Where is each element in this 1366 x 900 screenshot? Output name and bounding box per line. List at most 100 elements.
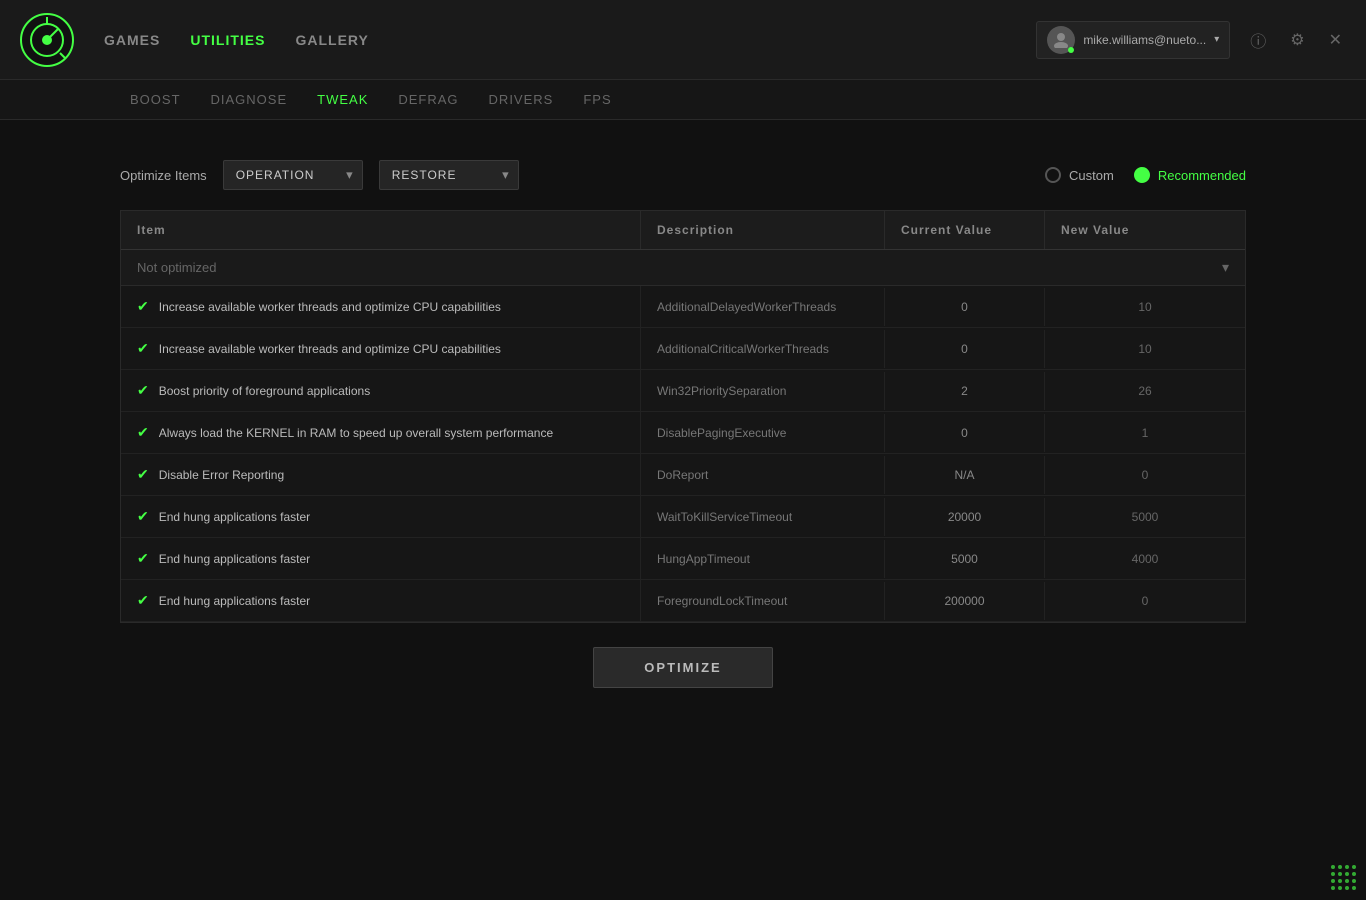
row-new-2: 26 (1045, 372, 1245, 410)
nav-fps[interactable]: FPS (583, 92, 611, 107)
row-current-5: 20000 (885, 498, 1045, 536)
app-logo (20, 13, 74, 67)
nav-drivers[interactable]: DRIVERS (489, 92, 554, 107)
row-current-3: 0 (885, 414, 1045, 452)
row-current-1: 0 (885, 330, 1045, 368)
row-current-4: N/A (885, 456, 1045, 494)
custom-radio[interactable]: Custom (1045, 167, 1114, 183)
top-bar: GAMES UTILITIES GALLERY mike.williams@nu… (0, 0, 1366, 80)
recommended-radio-circle (1134, 167, 1150, 183)
item-text: Disable Error Reporting (159, 468, 284, 482)
table-row: ✔ End hung applications faster Foregroun… (121, 580, 1245, 622)
check-icon: ✔ (137, 340, 149, 357)
optimize-btn-wrapper: OPTIMIZE (120, 647, 1246, 688)
row-desc-7: ForegroundLockTimeout (641, 582, 885, 620)
col-item: Item (121, 211, 641, 249)
row-new-6: 4000 (1045, 540, 1245, 578)
operation-dropdown[interactable]: OPERATION (223, 160, 363, 190)
check-icon: ✔ (137, 550, 149, 567)
row-item-7: ✔ End hung applications faster (121, 580, 641, 621)
row-new-7: 0 (1045, 582, 1245, 620)
gear-icon[interactable]: ⚙ (1286, 26, 1308, 54)
check-icon: ✔ (137, 298, 149, 315)
info-icon[interactable]: ⓘ (1246, 24, 1270, 56)
item-text: Increase available worker threads and op… (159, 342, 501, 356)
dot (1352, 886, 1356, 890)
row-item-6: ✔ End hung applications faster (121, 538, 641, 579)
optimize-button[interactable]: OPTIMIZE (593, 647, 772, 688)
user-badge[interactable]: mike.williams@nueto... ▾ (1036, 21, 1230, 59)
table-row: ✔ Boost priority of foreground applicati… (121, 370, 1245, 412)
dot (1331, 872, 1335, 876)
tweak-table-wrapper: Item Description Current Value New Value… (120, 210, 1246, 623)
custom-radio-circle (1045, 167, 1061, 183)
table-row: ✔ Increase available worker threads and … (121, 328, 1245, 370)
row-current-7: 200000 (885, 582, 1045, 620)
row-desc-4: DoReport (641, 456, 885, 494)
row-new-0: 10 (1045, 288, 1245, 326)
row-desc-0: AdditionalDelayedWorkerThreads (641, 288, 885, 326)
optimize-items-label: Optimize Items (120, 168, 207, 183)
not-optimized-row[interactable]: Not optimized ▾ (121, 250, 1245, 286)
nav-games[interactable]: GAMES (104, 32, 160, 48)
check-icon: ✔ (137, 382, 149, 399)
recommended-radio-label: Recommended (1158, 168, 1246, 183)
close-icon[interactable]: ✕ (1325, 26, 1346, 54)
check-icon: ✔ (137, 592, 149, 609)
dot (1352, 872, 1356, 876)
row-new-3: 1 (1045, 414, 1245, 452)
row-current-6: 5000 (885, 540, 1045, 578)
main-content: Optimize Items OPERATION RESTORE Custom … (0, 120, 1366, 900)
nav-tweak[interactable]: TWEAK (317, 92, 368, 107)
operation-dropdown-wrapper[interactable]: OPERATION (223, 160, 363, 190)
nav-boost[interactable]: BOOST (130, 92, 181, 107)
row-desc-1: AdditionalCriticalWorkerThreads (641, 330, 885, 368)
dot (1331, 886, 1335, 890)
not-optimized-chevron: ▾ (1222, 259, 1229, 276)
row-current-2: 2 (885, 372, 1045, 410)
dot (1345, 865, 1349, 869)
row-item-1: ✔ Increase available worker threads and … (121, 328, 641, 369)
user-name: mike.williams@nueto... (1083, 33, 1206, 47)
dot (1338, 886, 1342, 890)
item-text: End hung applications faster (159, 552, 310, 566)
dot (1352, 879, 1356, 883)
recommended-radio[interactable]: Recommended (1134, 167, 1246, 183)
dot (1345, 886, 1349, 890)
bottom-dots-decoration (1331, 865, 1356, 890)
nav-gallery[interactable]: GALLERY (295, 32, 368, 48)
avatar (1047, 26, 1075, 54)
item-text: Always load the KERNEL in RAM to speed u… (159, 426, 553, 440)
row-item-0: ✔ Increase available worker threads and … (121, 286, 641, 327)
dot (1345, 872, 1349, 876)
col-description: Description (641, 211, 885, 249)
row-desc-2: Win32PrioritySeparation (641, 372, 885, 410)
row-new-5: 5000 (1045, 498, 1245, 536)
table-row: ✔ Always load the KERNEL in RAM to speed… (121, 412, 1245, 454)
row-item-2: ✔ Boost priority of foreground applicati… (121, 370, 641, 411)
item-text: Increase available worker threads and op… (159, 300, 501, 314)
nav-defrag[interactable]: DEFRAG (398, 92, 458, 107)
dot (1338, 872, 1342, 876)
row-desc-5: WaitToKillServiceTimeout (641, 498, 885, 536)
row-current-0: 0 (885, 288, 1045, 326)
nav-diagnose[interactable]: DIAGNOSE (211, 92, 288, 107)
restore-dropdown-wrapper[interactable]: RESTORE (379, 160, 519, 190)
item-text: End hung applications faster (159, 594, 310, 608)
dot (1345, 879, 1349, 883)
table-header: Item Description Current Value New Value (121, 211, 1245, 250)
row-item-5: ✔ End hung applications faster (121, 496, 641, 537)
nav-utilities[interactable]: UTILITIES (190, 32, 265, 48)
mode-radio-group: Custom Recommended (1045, 167, 1246, 183)
dot (1331, 879, 1335, 883)
custom-radio-label: Custom (1069, 168, 1114, 183)
dot (1331, 865, 1335, 869)
not-optimized-text: Not optimized (137, 260, 216, 275)
dot (1338, 879, 1342, 883)
restore-dropdown[interactable]: RESTORE (379, 160, 519, 190)
top-right-controls: mike.williams@nueto... ▾ ⓘ ⚙ ✕ (1036, 21, 1346, 59)
chevron-down-icon: ▾ (1214, 34, 1219, 45)
check-icon: ✔ (137, 424, 149, 441)
main-nav: GAMES UTILITIES GALLERY (104, 32, 1036, 48)
table-row: ✔ End hung applications faster HungAppTi… (121, 538, 1245, 580)
